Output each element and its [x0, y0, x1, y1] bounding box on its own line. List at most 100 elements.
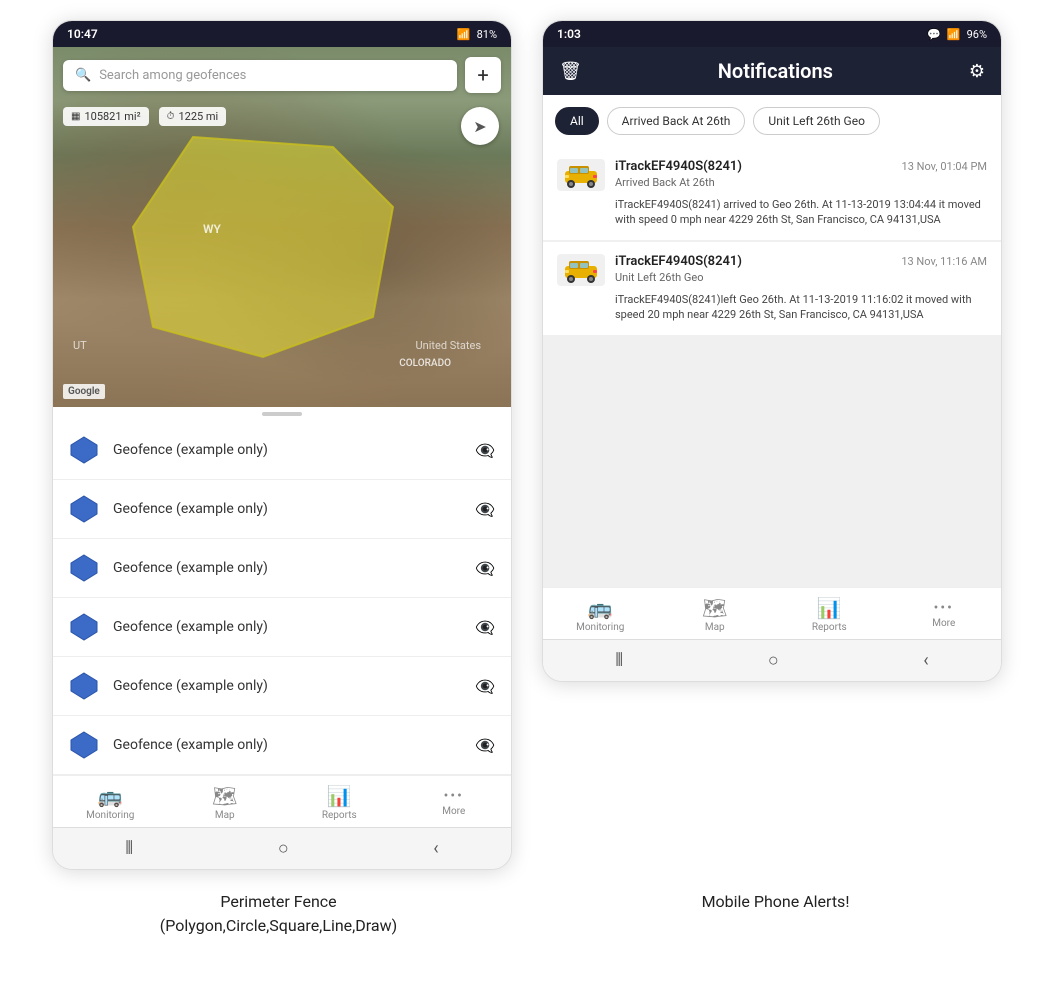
right-phone: 1:03 💬 📶 96% 🗑 Notifications ⚙ All Arriv…	[542, 20, 1002, 682]
more-label-right: More	[932, 618, 955, 629]
filter-tab-all[interactable]: All	[555, 107, 599, 135]
right-caption: Mobile Phone Alerts!	[546, 890, 1006, 938]
geofence-label-5: Geofence (example only)	[113, 678, 461, 694]
search-icon: 🔍	[75, 68, 91, 83]
filter-tab-arrived[interactable]: Arrived Back At 26th	[607, 107, 746, 135]
map-icon-right: 🗺	[702, 596, 727, 620]
nav-monitoring-right[interactable]: 🚌 Monitoring	[570, 596, 630, 633]
add-button[interactable]: +	[465, 57, 501, 93]
geofence-item-3[interactable]: Geofence (example only) 👁‍🗨	[53, 539, 511, 598]
chat-icon: 💬	[927, 28, 941, 41]
notification-card-1[interactable]: iTrackEF4940S(8241) 13 Nov, 01:04 PM Arr…	[543, 147, 1001, 240]
notif-event-2: Unit Left 26th Geo	[615, 271, 987, 284]
search-box[interactable]: 🔍 Search among geofences	[63, 60, 457, 91]
left-status-bar: 10:47 📶 81%	[53, 21, 511, 47]
right-status-bar: 1:03 💬 📶 96%	[543, 21, 1001, 47]
captions: Perimeter Fence(Polygon,Circle,Square,Li…	[0, 875, 1054, 953]
android-back-btn-left[interactable]: ‹	[433, 838, 438, 859]
nav-monitoring-left[interactable]: 🚌 Monitoring	[80, 784, 140, 821]
reports-label-right: Reports	[812, 622, 847, 633]
area-value: 105821 mi²	[84, 110, 140, 123]
eye-slash-icon-3[interactable]: 👁‍🗨	[475, 559, 495, 578]
android-menu-btn-left[interactable]: ⦀	[125, 838, 133, 859]
distance-stat: ⏱ 1225 mi	[159, 107, 227, 126]
scroll-indicator	[262, 412, 302, 416]
eye-slash-icon-4[interactable]: 👁‍🗨	[475, 618, 495, 637]
android-menu-btn-right[interactable]: ⦀	[615, 650, 623, 671]
notif-info-1: iTrackEF4940S(8241) 13 Nov, 01:04 PM Arr…	[615, 159, 987, 189]
geofence-label-1: Geofence (example only)	[113, 442, 461, 458]
notif-device-2: iTrackEF4940S(8241)	[615, 254, 742, 269]
geofence-label-6: Geofence (example only)	[113, 737, 461, 753]
android-home-btn-left[interactable]: ○	[278, 838, 289, 859]
notif-time-1: 13 Nov, 01:04 PM	[902, 160, 987, 173]
geofence-item-5[interactable]: Geofence (example only) 👁‍🗨	[53, 657, 511, 716]
map-icon-left: 🗺	[212, 784, 237, 808]
reports-label-left: Reports	[322, 810, 357, 821]
geofence-label-3: Geofence (example only)	[113, 560, 461, 576]
geo-polygon-icon-5	[69, 671, 99, 701]
notif-time-2: 13 Nov, 11:16 AM	[901, 255, 987, 268]
eye-slash-icon-1[interactable]: 👁‍🗨	[475, 441, 495, 460]
monitoring-label-left: Monitoring	[86, 810, 134, 821]
notif-header-1: iTrackEF4940S(8241) 13 Nov, 01:04 PM Arr…	[557, 159, 987, 191]
notifications-title: Notifications	[594, 59, 957, 83]
filter-tab-left[interactable]: Unit Left 26th Geo	[753, 107, 880, 135]
more-icon-right: •••	[934, 600, 954, 616]
left-caption-text: Perimeter Fence(Polygon,Circle,Square,Li…	[160, 892, 397, 935]
map-label-colorado: COLORADO	[399, 358, 451, 369]
more-icon-left: •••	[444, 788, 464, 804]
more-label-left: More	[442, 806, 465, 817]
nav-more-right[interactable]: ••• More	[914, 600, 974, 629]
wifi-icon: 📶	[457, 28, 471, 41]
notif-body-2: iTrackEF4940S(8241)left Geo 26th. At 11-…	[557, 292, 987, 323]
geofence-item-1[interactable]: Geofence (example only) 👁‍🗨	[53, 421, 511, 480]
left-caption: Perimeter Fence(Polygon,Circle,Square,Li…	[49, 890, 509, 938]
left-status-icons: 📶 81%	[457, 28, 497, 41]
notif-device-1: iTrackEF4940S(8241)	[615, 159, 742, 174]
geofence-item-4[interactable]: Geofence (example only) 👁‍🗨	[53, 598, 511, 657]
map-label-us: United States	[416, 339, 481, 352]
eye-slash-icon-5[interactable]: 👁‍🗨	[475, 677, 495, 696]
right-time: 1:03	[557, 27, 581, 41]
geofence-item-6[interactable]: Geofence (example only) 👁‍🗨	[53, 716, 511, 775]
vehicle-thumb-1	[557, 159, 605, 191]
map-search-bar: 🔍 Search among geofences +	[63, 57, 501, 93]
nav-reports-right[interactable]: 📊 Reports	[799, 596, 859, 633]
car-icon-2	[559, 256, 603, 284]
compass-button[interactable]: ➤	[461, 107, 499, 145]
left-time: 10:47	[67, 27, 98, 41]
nav-more-left[interactable]: ••• More	[424, 788, 484, 817]
geofence-list: Geofence (example only) 👁‍🗨 Geofence (ex…	[53, 421, 511, 775]
area-icon: ▦	[71, 111, 80, 122]
trash-icon[interactable]: 🗑	[559, 61, 582, 82]
right-status-icons: 💬 📶 96%	[927, 28, 987, 41]
map-label-ut: UT	[73, 339, 87, 352]
map-label-left: Map	[215, 810, 235, 821]
left-phone: 10:47 📶 81% 🔍 Search among geofences + ▦	[52, 20, 512, 870]
nav-map-left[interactable]: 🗺 Map	[195, 784, 255, 821]
google-logo: Google	[63, 384, 105, 399]
nav-reports-left[interactable]: 📊 Reports	[309, 784, 369, 821]
geofence-item-2[interactable]: Geofence (example only) 👁‍🗨	[53, 480, 511, 539]
geo-polygon-icon-1	[69, 435, 99, 465]
gear-icon[interactable]: ⚙	[969, 61, 985, 82]
nav-map-right[interactable]: 🗺 Map	[685, 596, 745, 633]
eye-slash-icon-6[interactable]: 👁‍🗨	[475, 736, 495, 755]
geofence-label-2: Geofence (example only)	[113, 501, 461, 517]
eye-slash-icon-2[interactable]: 👁‍🗨	[475, 500, 495, 519]
notif-title-row-1: iTrackEF4940S(8241) 13 Nov, 01:04 PM	[615, 159, 987, 174]
android-back-btn-right[interactable]: ‹	[923, 650, 928, 671]
geofence-polygon	[113, 127, 413, 367]
clock-icon: ⏱	[167, 111, 175, 122]
compass-icon: ➤	[473, 117, 486, 136]
right-bottom-nav: 🚌 Monitoring 🗺 Map 📊 Reports ••• More	[543, 587, 1001, 639]
geo-polygon-icon-3	[69, 553, 99, 583]
notif-header-2: iTrackEF4940S(8241) 13 Nov, 11:16 AM Uni…	[557, 254, 987, 286]
notif-title-row-2: iTrackEF4940S(8241) 13 Nov, 11:16 AM	[615, 254, 987, 269]
reports-icon-right: 📊	[817, 596, 842, 620]
area-stat: ▦ 105821 mi²	[63, 107, 149, 126]
map-area: 🔍 Search among geofences + ▦ 105821 mi² …	[53, 47, 511, 407]
notification-card-2[interactable]: iTrackEF4940S(8241) 13 Nov, 11:16 AM Uni…	[543, 242, 1001, 335]
android-home-btn-right[interactable]: ○	[768, 650, 779, 671]
